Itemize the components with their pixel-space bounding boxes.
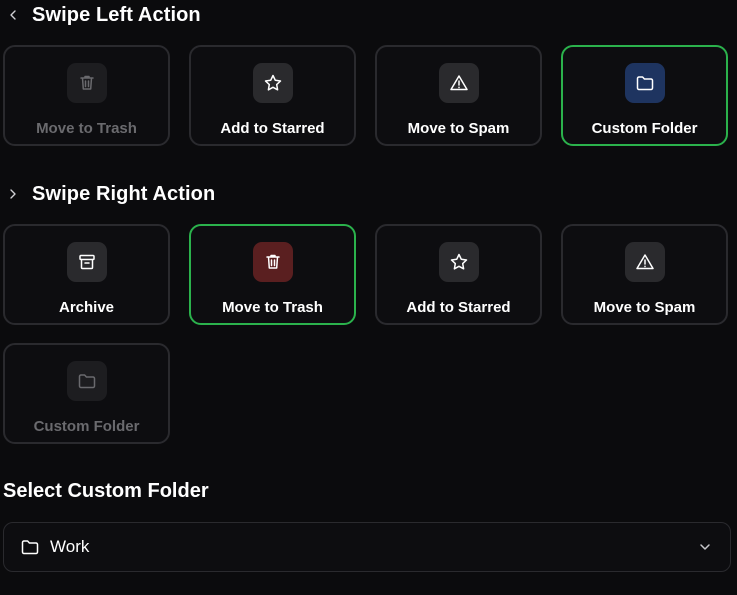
left-option-move-to-trash[interactable]: Move to Trash bbox=[3, 45, 170, 146]
chevron-right-icon[interactable] bbox=[6, 187, 20, 201]
right-option-custom-folder[interactable]: Custom Folder bbox=[3, 343, 170, 444]
right-option-archive[interactable]: Archive bbox=[3, 224, 170, 325]
left-option-move-to-spam[interactable]: Move to Spam bbox=[375, 45, 542, 146]
option-label: Custom Folder bbox=[33, 418, 140, 435]
option-label: Archive bbox=[58, 299, 115, 316]
swipe-right-header[interactable]: Swipe Right Action bbox=[0, 180, 215, 208]
swipe-right-title: Swipe Right Action bbox=[32, 182, 216, 205]
star-icon bbox=[438, 242, 479, 282]
option-label: Move to Trash bbox=[222, 299, 323, 316]
option-label: Custom Folder bbox=[591, 120, 698, 137]
archive-icon bbox=[66, 242, 107, 282]
trash-icon bbox=[66, 63, 107, 103]
right-option-move-to-trash[interactable]: Move to Trash bbox=[189, 224, 356, 325]
star-icon bbox=[252, 63, 293, 103]
alert-icon bbox=[624, 242, 665, 282]
right-option-add-to-starred[interactable]: Add to Starred bbox=[375, 224, 542, 325]
option-label: Move to Spam bbox=[593, 299, 696, 316]
right-option-move-to-spam[interactable]: Move to Spam bbox=[561, 224, 728, 325]
alert-icon bbox=[438, 63, 479, 103]
select-custom-folder-label: Select Custom Folder bbox=[3, 480, 209, 502]
swipe-left-title: Swipe Left Action bbox=[32, 3, 201, 26]
chevron-left-icon[interactable] bbox=[6, 8, 20, 22]
option-label: Move to Trash bbox=[36, 120, 137, 137]
folder-icon bbox=[21, 540, 39, 555]
option-label: Move to Spam bbox=[407, 120, 510, 137]
folder-icon bbox=[66, 361, 107, 401]
left-option-add-to-starred[interactable]: Add to Starred bbox=[189, 45, 356, 146]
custom-folder-value: Work bbox=[50, 537, 90, 556]
folder-icon bbox=[624, 63, 665, 103]
swipe-left-header[interactable]: Swipe Left Action bbox=[0, 1, 201, 29]
option-label: Add to Starred bbox=[406, 299, 511, 316]
chevron-down-icon[interactable] bbox=[698, 540, 712, 554]
option-label: Add to Starred bbox=[220, 120, 325, 137]
left-option-custom-folder[interactable]: Custom Folder bbox=[561, 45, 728, 146]
trash-icon bbox=[252, 242, 293, 282]
custom-folder-select[interactable]: Work bbox=[3, 522, 731, 572]
